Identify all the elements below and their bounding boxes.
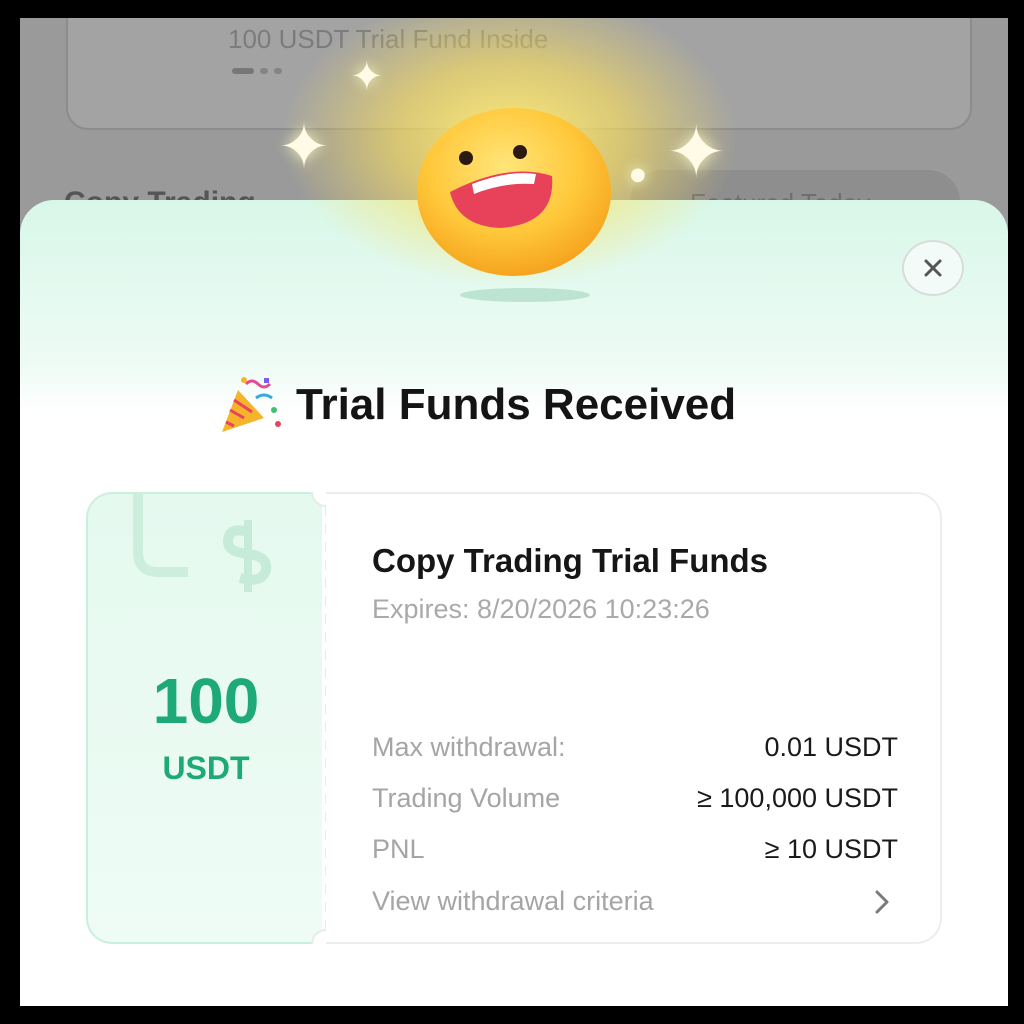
money-watermark-icon: [133, 492, 272, 592]
chevron-right-icon: [875, 890, 889, 913]
detail-label: Trading Volume: [372, 783, 561, 813]
ticket-stub: 100 USDT: [86, 492, 322, 944]
sparkle-icon: ✦: [666, 110, 727, 194]
detail-value: ≥ 10 USDT: [764, 834, 898, 864]
sparkle-icon: ✦: [350, 54, 384, 100]
trial-unit: USDT: [162, 750, 250, 786]
ticket-expiry: Expires: 8/20/2026 10:23:26: [372, 594, 710, 624]
sparkle-icon: ●: [630, 164, 646, 185]
party-popper-icon: [222, 377, 281, 432]
detail-row-pnl: PNL ≥ 10 USDT: [372, 834, 898, 865]
detail-row-trading-volume: Trading Volume ≥ 100,000 USDT: [372, 783, 898, 814]
criteria-link-label: View withdrawal criteria: [372, 886, 654, 916]
carousel-dots: [232, 68, 282, 74]
view-withdrawal-criteria-link[interactable]: View withdrawal criteria: [372, 886, 892, 917]
sparkle-icon: ✦: [278, 110, 330, 183]
ticket-title: Copy Trading Trial Funds: [372, 542, 769, 579]
trial-fund-ticket: 100 USDT Copy Trading Trial Funds Expire…: [86, 492, 942, 944]
close-icon: [924, 259, 942, 277]
app-screen: 100 USDT Trial Fund Inside Copy Trading …: [20, 18, 1008, 1006]
modal-title-text: Trial Funds Received: [296, 380, 737, 429]
detail-row-max-withdrawal: Max withdrawal: 0.01 USDT: [372, 732, 898, 763]
detail-label: PNL: [372, 834, 425, 864]
smiling-face-icon: [417, 108, 611, 276]
mascot-shadow: [460, 288, 590, 302]
detail-label: Max withdrawal:: [372, 732, 566, 762]
trial-amount: 100: [152, 665, 260, 737]
modal-title: Trial Funds Received: [216, 376, 856, 434]
detail-value: 0.01 USDT: [764, 732, 898, 762]
close-button[interactable]: [902, 240, 964, 296]
detail-value: ≥ 100,000 USDT: [697, 783, 898, 813]
